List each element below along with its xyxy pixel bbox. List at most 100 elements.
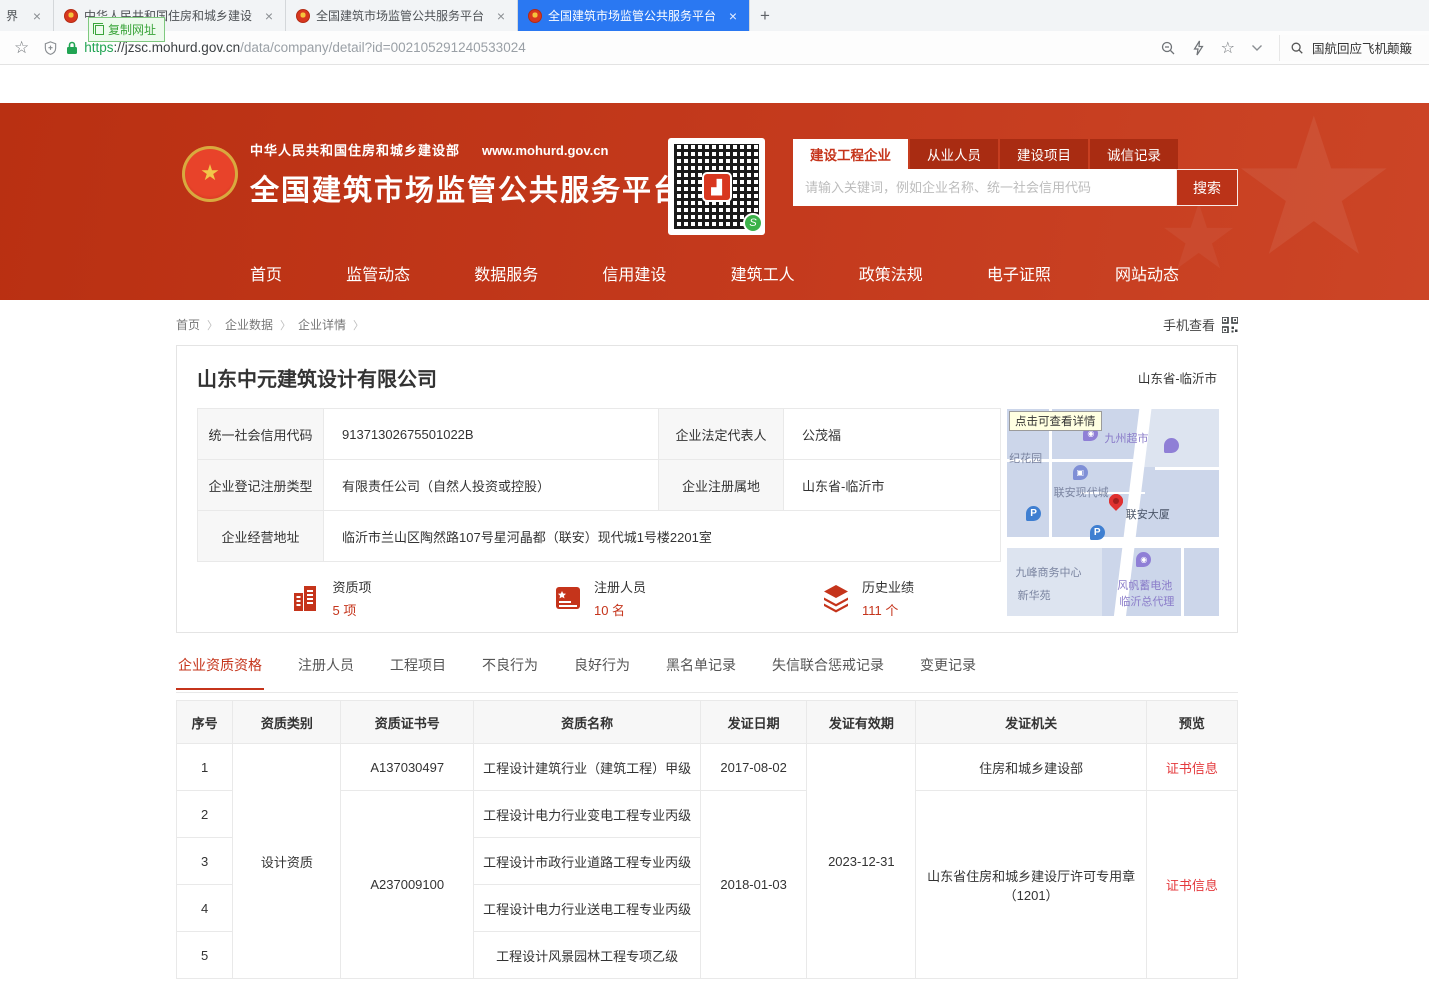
address-bar[interactable]: https://jzsc.mohurd.gov.cn/data/company/…	[66, 40, 1143, 55]
col-header-issue-date: 发证日期	[701, 701, 807, 744]
breadcrumb-company-data[interactable]: 企业数据	[225, 316, 273, 333]
certificate-icon	[552, 582, 584, 614]
stat-label: 资质项	[332, 577, 371, 596]
search-button[interactable]: 搜索	[1176, 169, 1238, 206]
table-header-row: 序号 资质类别 资质证书号 资质名称 发证日期 发证有效期 发证机关 预览	[177, 701, 1238, 744]
browser-tab-1[interactable]: 界 ×	[0, 0, 54, 31]
stat-label: 注册人员	[594, 577, 646, 596]
stat-qualifications[interactable]: 资质项 5 项	[197, 577, 465, 619]
site-favicon-icon	[296, 9, 310, 23]
reg-place-value: 山东省-临沂市	[784, 460, 1001, 511]
breadcrumb-separator: 〉	[207, 317, 218, 333]
detail-tabs: 企业资质资格 注册人员 工程项目 不良行为 良好行为 黑名单记录 失信联合惩戒记…	[176, 651, 1238, 693]
qr-code-icon[interactable]	[1222, 317, 1238, 333]
breadcrumb-separator: 〉	[280, 317, 291, 333]
tab-title: 全国建筑市场监管公共服务平台	[316, 7, 489, 24]
company-info-table: 统一社会信用代码 91371302675501022B 企业法定代表人 公茂福 …	[197, 408, 1001, 562]
nav-item-supervision[interactable]: 监管动态	[346, 261, 410, 285]
page-top-gap	[0, 65, 1429, 103]
legal-rep-value: 公茂福	[784, 409, 1001, 460]
stat-value: 5 项	[332, 600, 371, 619]
keyword-search-input[interactable]	[793, 169, 1176, 206]
tab-close-icon[interactable]: ×	[31, 8, 43, 24]
hot-search-text: 国航回应飞机颠簸	[1312, 38, 1412, 57]
map-road	[1155, 467, 1219, 470]
site-header: ★ ★ 中华人民共和国住房和城乡建设部 www.mohurd.gov.cn 全国…	[0, 103, 1429, 300]
map-label-xinhua: 新华苑	[1018, 587, 1051, 603]
nav-item-site-news[interactable]: 网站动态	[1115, 261, 1179, 285]
favorite-star-icon[interactable]: ☆	[1221, 38, 1235, 58]
cell-issue-date: 2017-08-02	[701, 744, 807, 791]
nav-item-policy[interactable]: 政策法规	[859, 261, 923, 285]
tab-qualifications[interactable]: 企业资质资格	[176, 651, 264, 690]
search-tab-credit[interactable]: 诚信记录	[1090, 139, 1178, 169]
tab-registered-personnel[interactable]: 注册人员	[296, 651, 356, 689]
search-tab-personnel[interactable]: 从业人员	[910, 139, 998, 169]
new-tab-button[interactable]: +	[750, 0, 780, 31]
cell-qual-name: 工程设计市政行业道路工程专业丙级	[474, 838, 701, 885]
tab-close-icon[interactable]: ×	[263, 8, 275, 24]
map-marker-building: ▣	[1073, 465, 1088, 480]
main-navigation: 首页 监管动态 数据服务 信用建设 建筑工人 政策法规 电子证照 网站动态	[0, 245, 1429, 300]
certificate-info-link[interactable]: 证书信息	[1166, 761, 1218, 776]
nav-item-home[interactable]: 首页	[250, 261, 282, 285]
browser-search-box[interactable]: 国航回应飞机颠簸	[1279, 35, 1429, 61]
zoom-out-icon[interactable]	[1160, 40, 1176, 56]
col-header-preview: 预览	[1146, 701, 1237, 744]
company-location-pin	[1106, 491, 1126, 511]
cell-qual-name: 工程设计电力行业送电工程专业丙级	[474, 885, 701, 932]
browser-tab-strip: 界 × 中华人民共和国住房和城乡建设 × 全国建筑市场监管公共服务平台 × 全国…	[0, 0, 1429, 31]
map-label-battery-2: 临沂总代理	[1119, 593, 1174, 609]
browser-tab-4-active[interactable]: 全国建筑市场监管公共服务平台 ×	[518, 0, 750, 31]
cell-cert-no: A237009100	[341, 791, 474, 979]
map-label-supermarket: 九州超市	[1105, 430, 1149, 446]
cell-issue-date: 2018-01-03	[701, 791, 807, 979]
certificate-info-link[interactable]: 证书信息	[1166, 878, 1218, 893]
map-label-battery-1: 风帆蓄电池	[1117, 577, 1172, 593]
header-qr-code: ▟ S	[668, 138, 765, 235]
bookmark-star-icon[interactable]: ☆	[14, 38, 29, 58]
cell-authority: 山东省住房和城乡建设厅许可专用章 （1201）	[916, 791, 1146, 979]
mobile-view-label[interactable]: 手机查看	[1163, 315, 1215, 334]
cell-no: 4	[177, 885, 233, 932]
nav-item-e-license[interactable]: 电子证照	[987, 261, 1051, 285]
ministry-name: 中华人民共和国住房和城乡建设部	[250, 140, 460, 159]
chevron-down-icon[interactable]	[1251, 44, 1263, 52]
tab-title: 全国建筑市场监管公共服务平台	[548, 7, 721, 24]
company-region: 山东省-临沂市	[1138, 368, 1217, 387]
credit-code-label: 统一社会信用代码	[198, 409, 324, 460]
col-header-name: 资质名称	[474, 701, 701, 744]
site-favicon-icon	[528, 9, 542, 23]
search-tab-enterprise[interactable]: 建设工程企业	[793, 139, 908, 169]
site-favicon-icon	[64, 9, 78, 23]
tab-change-records[interactable]: 变更记录	[918, 651, 978, 689]
copy-tooltip-text: 复制网址	[108, 21, 156, 38]
breadcrumb-company-detail[interactable]: 企业详情	[298, 316, 346, 333]
qr-miniprogram-icon: S	[743, 213, 763, 233]
tab-bad-behavior[interactable]: 不良行为	[480, 651, 540, 689]
lock-icon	[66, 41, 78, 55]
url-host: ://jzsc.mohurd.gov.cn	[114, 40, 241, 55]
qualification-table: 序号 资质类别 资质证书号 资质名称 发证日期 发证有效期 发证机关 预览 1 …	[176, 700, 1238, 979]
company-location-map[interactable]: ◉ 九州超市 纪花园 ▣ 联安现代城 联安大厦 P P 九峰商务中心 ◉ 风帆蓄…	[1007, 409, 1219, 616]
tab-projects[interactable]: 工程项目	[388, 651, 448, 689]
company-name: 山东中元建筑设计有限公司	[197, 363, 437, 392]
breadcrumb-home[interactable]: 首页	[176, 316, 200, 333]
tab-blacklist[interactable]: 黑名单记录	[664, 651, 738, 689]
tab-close-icon[interactable]: ×	[727, 8, 739, 24]
nav-item-credit[interactable]: 信用建设	[602, 261, 666, 285]
reader-lightning-icon[interactable]	[1192, 40, 1205, 56]
map-label-tower: 联安大厦	[1126, 506, 1170, 522]
header-search-widget: 建设工程企业 从业人员 建设项目 诚信记录 搜索	[793, 139, 1238, 206]
nav-item-workers[interactable]: 建筑工人	[731, 261, 795, 285]
browser-tab-3[interactable]: 全国建筑市场监管公共服务平台 ×	[286, 0, 518, 31]
search-tab-project[interactable]: 建设项目	[1000, 139, 1088, 169]
tab-close-icon[interactable]: ×	[495, 8, 507, 24]
nav-item-data-service[interactable]: 数据服务	[474, 261, 538, 285]
tab-dishonesty-records[interactable]: 失信联合惩戒记录	[770, 651, 886, 689]
shield-icon[interactable]	[43, 40, 58, 56]
tab-good-behavior[interactable]: 良好行为	[572, 651, 632, 689]
stat-history[interactable]: 历史业绩 111 个	[733, 577, 1001, 619]
map-road	[1181, 537, 1184, 616]
stat-personnel[interactable]: 注册人员 10 名	[465, 577, 733, 619]
